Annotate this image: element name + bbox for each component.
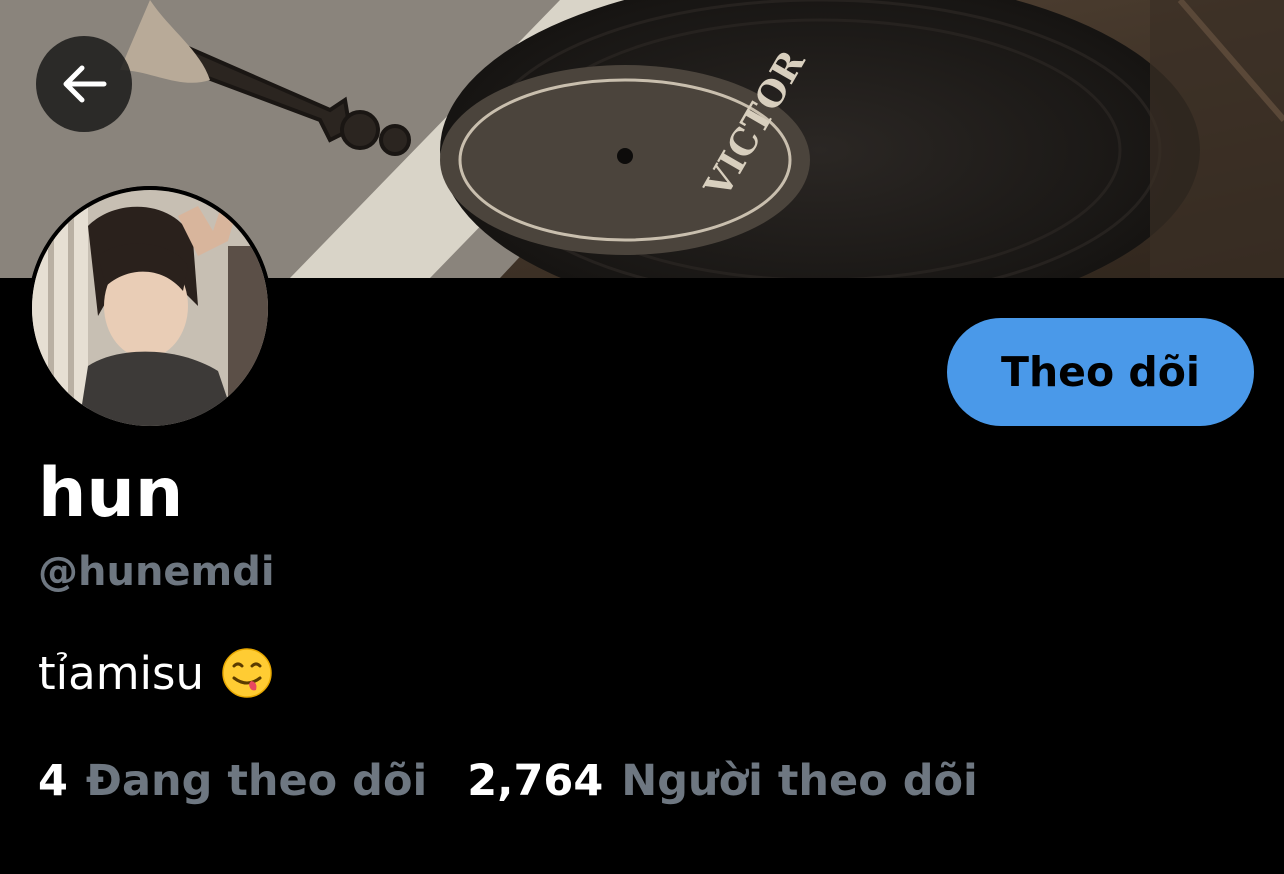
avatar-image	[28, 186, 272, 430]
followers-label: Người theo dõi	[621, 756, 978, 806]
following-count: 4	[38, 756, 68, 806]
back-button[interactable]	[36, 36, 132, 132]
following-link[interactable]: 4 Đang theo dõi	[38, 760, 427, 803]
user-handle: @hunemdi	[38, 549, 275, 595]
display-name: hun	[38, 454, 184, 533]
bio-text: tỉamisu	[38, 646, 205, 700]
profile-stats: 4 Đang theo dõi 2,764 Người theo dõi	[38, 760, 978, 803]
face-savoring-food-emoji-icon	[222, 648, 272, 698]
bio: tỉamisu	[38, 648, 272, 698]
followers-count: 2,764	[467, 756, 604, 806]
profile-page: VICTOR Theo dõi hun @hunemdi tỉamisu 4 Đ…	[0, 0, 1284, 874]
following-label: Đang theo dõi	[85, 756, 428, 806]
follow-button[interactable]: Theo dõi	[947, 318, 1254, 426]
arrow-left-icon	[63, 65, 107, 103]
followers-link[interactable]: 2,764 Người theo dõi	[467, 760, 978, 803]
avatar[interactable]	[28, 186, 272, 430]
